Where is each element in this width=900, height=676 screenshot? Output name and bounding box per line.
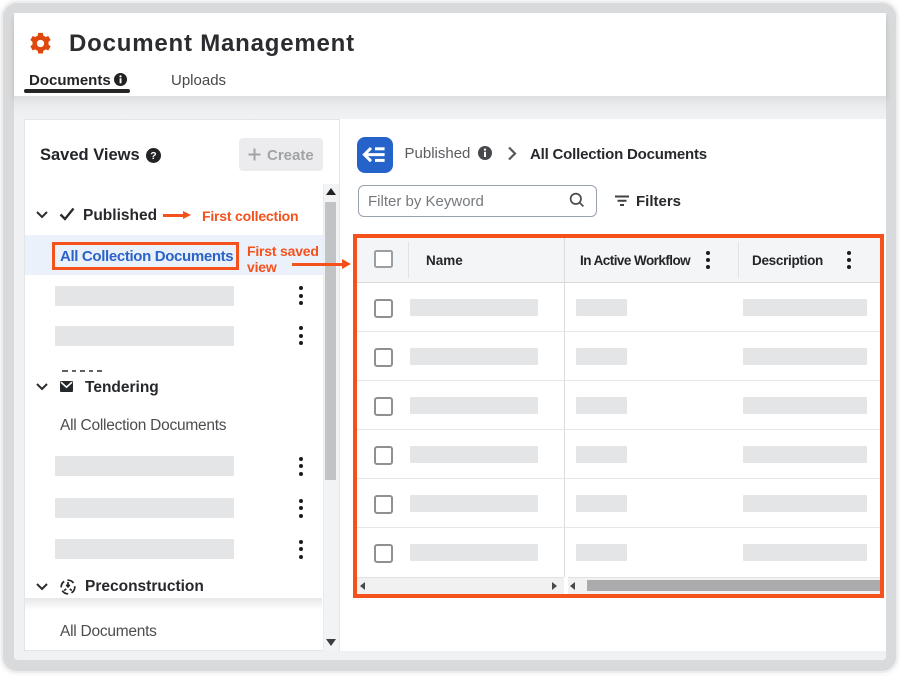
- svg-text:?: ?: [150, 150, 156, 162]
